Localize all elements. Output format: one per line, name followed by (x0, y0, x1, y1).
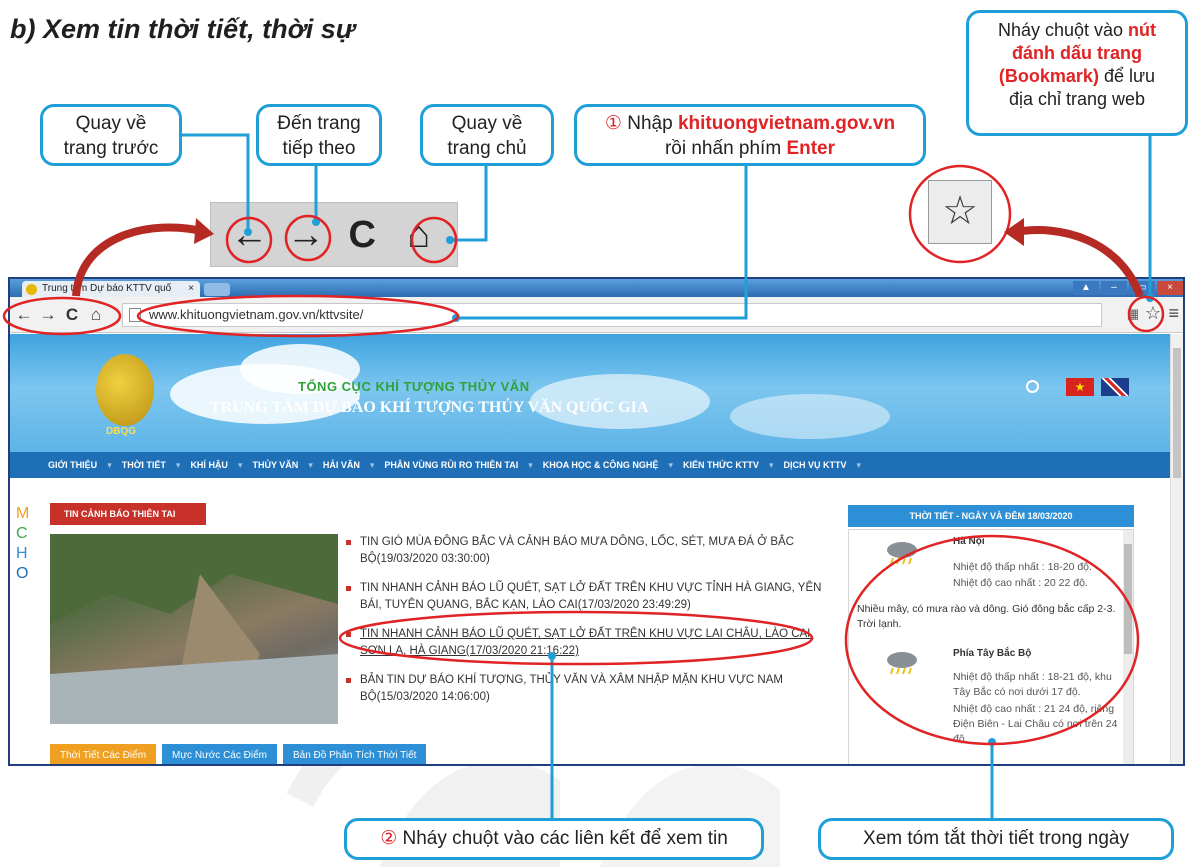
chevron-down-icon: ▾ (107, 459, 112, 470)
address-bar-input[interactable]: www.khituongvietnam.gov.vn/kttvsite/ (122, 303, 1102, 327)
url-text: www.khituongvietnam.gov.vn/kttvsite/ (149, 307, 364, 322)
chevron-down-icon: ▾ (308, 459, 313, 470)
site-nav-item[interactable]: HẢI VĂN (323, 460, 360, 470)
site-nav-item[interactable]: THỦY VĂN (252, 460, 298, 470)
weather-city-northwest: Phía Tây Bắc Bộ (953, 648, 1032, 659)
news-link-2[interactable]: TIN NHANH CẢNH BÁO LŨ QUÉT, SẠT LỞ ĐẤT T… (346, 580, 832, 614)
chevron-down-icon: ▾ (768, 459, 774, 470)
side-letter-m[interactable]: M (16, 504, 29, 524)
new-tab-button[interactable] (204, 283, 230, 296)
callout-bookmark: Nháy chuột vào nút đánh dấu trang (Bookm… (966, 10, 1188, 136)
site-nav-item[interactable]: THỜI TIẾT (122, 460, 166, 470)
chevron-down-icon: ▾ (856, 459, 861, 470)
weather-nw-min: Nhiệt độ thấp nhất : 18-21 độ, khu Tây B… (953, 671, 1112, 698)
chevron-down-icon: ▾ (175, 459, 181, 470)
user-icon[interactable]: ▲ (1073, 281, 1099, 295)
page-scrollbar[interactable] (1170, 334, 1183, 764)
weather-scrollbar[interactable] (1123, 530, 1133, 764)
org-name-secondary: TRUNG TÂM DỰ BÁO KHÍ TƯỢNG THỦY VĂN QUỐC… (210, 399, 649, 416)
zoomed-navigation-toolbar: ← → C ⌂ (210, 202, 458, 267)
tab-water-levels[interactable]: Mực Nước Các Điểm (162, 744, 277, 764)
forward-icon[interactable]: → (38, 305, 58, 325)
site-nav-item[interactable]: PHÂN VÙNG RỦI RO THIÊN TAI (384, 460, 518, 470)
chevron-down-icon: ▾ (668, 459, 673, 470)
reload-icon[interactable]: C (340, 213, 384, 257)
browser-tab[interactable]: Trung tâm Dự báo KTTV quố × (22, 281, 200, 297)
extension-icon[interactable]: ▦ (1127, 306, 1139, 322)
bookmark-star-icon[interactable]: ☆ (1145, 303, 1161, 324)
site-nav-item[interactable]: GIỚI THIỆU (48, 460, 97, 470)
chevron-down-icon: ▾ (528, 459, 533, 470)
callout-home: Quay về trang chủ (420, 104, 554, 166)
callout-address: ① Nhập khituongvietnam.gov.vn rồi nhấn p… (574, 104, 926, 166)
weather-hanoi-note: Nhiều mây, có mưa rào và dông. Gió đông … (857, 603, 1116, 630)
site-nav-item[interactable]: KHOA HỌC & CÔNG NGHỆ (543, 460, 659, 470)
page-icon (129, 308, 141, 322)
section-heading: b) Xem tin thời tiết, thời sự (10, 14, 356, 44)
tab-weather-map[interactable]: Bản Đồ Phân Tích Thời Tiết (282, 744, 427, 764)
side-letter-h[interactable]: H (16, 544, 29, 564)
callout-forward: Đến trang tiếp theo (256, 104, 382, 166)
uk-flag-icon[interactable] (1101, 378, 1129, 396)
back-icon[interactable]: ← (14, 305, 34, 325)
title-bar: Trung tâm Dự báo KTTV quố × ▲ – ▭ × (10, 279, 1183, 297)
browser-window: Trung tâm Dự báo KTTV quố × ▲ – ▭ × ← → … (8, 277, 1185, 766)
landslide-image (50, 534, 338, 724)
bookmark-star-zoom-icon[interactable]: ☆ (928, 180, 992, 244)
logo-text: DBQG (106, 426, 136, 437)
menu-icon[interactable]: ≡ (1168, 303, 1179, 324)
weather-panel-title: THỜI TIẾT - NGÀY VÀ ĐÊM 18/03/2020 (848, 505, 1134, 527)
site-banner: DBQG TỔNG CỤC KHÍ TƯỢNG THỦY VĂN TRUNG T… (10, 334, 1172, 454)
reload-icon[interactable]: C (62, 305, 82, 325)
address-toolbar: ← → C ⌂ www.khituongvietnam.gov.vn/kttvs… (10, 297, 1183, 333)
weather-panel: Hà Nội Nhiệt độ thấp nhất : 18-20 độ. Nh… (848, 529, 1134, 764)
back-arrow-icon[interactable]: ← (227, 213, 271, 257)
search-icon[interactable] (1026, 380, 1039, 393)
disaster-warning-tag[interactable]: TIN CẢNH BÁO THIÊN TAI (50, 503, 206, 525)
callout-weather: Xem tóm tắt thời tiết trong ngày (818, 818, 1174, 860)
callout-links: ② Nháy chuột vào các liên kết để xem tin (344, 818, 764, 860)
rain-cloud-icon (887, 542, 917, 565)
site-nav-item[interactable]: DỊCH VỤ KTTV (783, 460, 846, 470)
rain-cloud-icon (887, 652, 917, 675)
news-link-1[interactable]: TIN GIÓ MÙA ĐÔNG BẮC VÀ CẢNH BÁO MƯA DÔN… (346, 534, 832, 568)
site-logo[interactable] (96, 354, 154, 426)
maximize-icon[interactable]: ▭ (1129, 281, 1155, 295)
side-letters: M C H O (16, 504, 29, 584)
chevron-down-icon: ▾ (237, 459, 243, 470)
weather-city-hanoi: Hà Nội (953, 536, 985, 547)
site-nav-item[interactable]: KHÍ HẬU (190, 460, 228, 470)
weather-hanoi-min: Nhiệt độ thấp nhất : 18-20 độ. (953, 561, 1092, 573)
forward-arrow-icon[interactable]: → (284, 213, 328, 257)
tab-title: Trung tâm Dự báo KTTV quố (42, 283, 172, 294)
tab-close-icon[interactable]: × (188, 281, 194, 297)
side-letter-c[interactable]: C (16, 524, 29, 544)
news-link-3[interactable]: TIN NHANH CẢNH BÁO LŨ QUÉT, SẠT LỞ ĐẤT T… (346, 626, 832, 660)
news-photo[interactable] (50, 534, 338, 724)
vietnam-flag-icon[interactable]: ★ (1066, 378, 1094, 396)
home-icon[interactable]: ⌂ (86, 305, 106, 325)
home-icon[interactable]: ⌂ (397, 213, 441, 257)
site-main-nav: GIỚI THIỆU ▾ THỜI TIẾT ▾ KHÍ HẬU ▾ THỦY VĂN ▾ HẢ… (10, 452, 1172, 478)
callout-back: Quay về trang trước (40, 104, 182, 166)
chevron-down-icon: ▾ (369, 459, 375, 470)
favicon-icon (26, 284, 37, 295)
sub-tabs: Thời Tiết Các Điểm Mực Nước Các Điểm Bản… (50, 744, 427, 764)
site-nav-item[interactable]: KIẾN THỨC KTTV (683, 460, 759, 470)
close-window-icon[interactable]: × (1157, 281, 1183, 295)
weather-hanoi-max: Nhiệt độ cao nhất : 20 22 độ. (953, 577, 1088, 589)
weather-nw-max: Nhiệt độ cao nhất : 21 24 độ, riêng Điện… (953, 703, 1118, 745)
minimize-icon[interactable]: – (1101, 281, 1127, 295)
news-list: TIN GIÓ MÙA ĐÔNG BẮC VÀ CẢNH BÁO MƯA DÔN… (346, 534, 832, 718)
news-link-4[interactable]: BẢN TIN DỰ BÁO KHÍ TƯỢNG, THỦY VĂN VÀ XÂ… (346, 672, 832, 706)
side-letter-o[interactable]: O (16, 564, 29, 584)
org-name-primary: TỔNG CỤC KHÍ TƯỢNG THỦY VĂN (298, 379, 530, 394)
tab-weather-points[interactable]: Thời Tiết Các Điểm (50, 744, 157, 764)
